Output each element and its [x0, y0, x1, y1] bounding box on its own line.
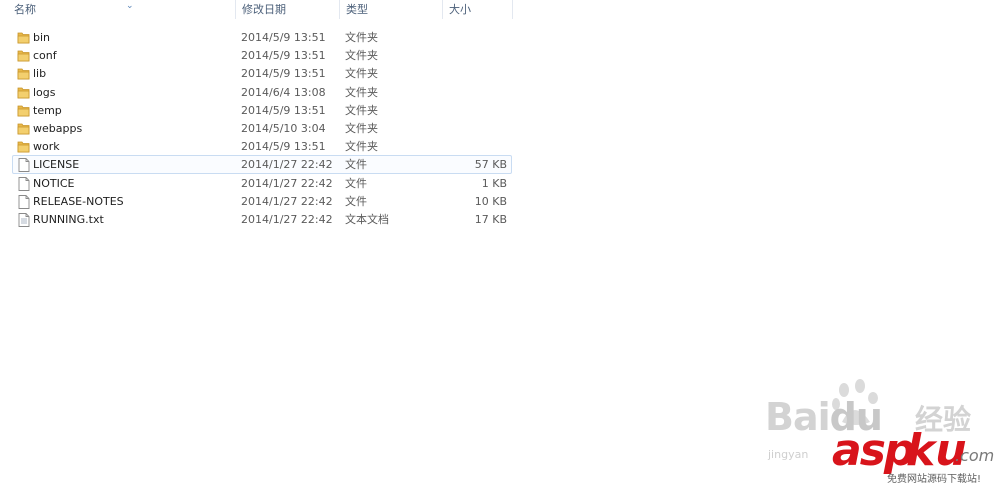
column-header-date-label: 修改日期: [242, 3, 286, 16]
file-row[interactable]: LICENSE 2014/1/27 22:42 文件 57 KB: [12, 155, 512, 174]
file-type: 文件夹: [345, 85, 378, 99]
folder-icon: [16, 66, 32, 82]
file-row[interactable]: lib 2014/5/9 13:51 文件夹: [12, 64, 512, 82]
file-type: 文件夹: [345, 103, 378, 117]
folder-icon: [16, 121, 32, 137]
file-name: bin: [33, 31, 51, 44]
file-icon: [16, 157, 32, 173]
file-name: LICENSE: [33, 158, 80, 172]
sort-indicator-icon: ⌄: [126, 1, 134, 11]
file-type: 文件: [345, 176, 367, 190]
file-row[interactable]: conf 2014/5/9 13:51 文件夹: [12, 46, 512, 64]
file-name: temp: [33, 103, 62, 117]
column-header-size-label: 大小: [449, 3, 471, 16]
aspku-logo-ku: ku: [906, 425, 967, 476]
column-header-name-label: 名称: [14, 3, 36, 16]
file-icon: [16, 176, 32, 192]
file-row[interactable]: temp 2014/5/9 13:51 文件夹: [12, 101, 512, 119]
file-row[interactable]: logs 2014/6/4 13:08 文件夹: [12, 83, 512, 101]
file-size: 17 KB: [474, 212, 507, 226]
column-header-date[interactable]: 修改日期: [236, 0, 340, 19]
file-row[interactable]: work 2014/5/9 13:51 文件夹: [12, 137, 512, 155]
file-modified-date: 2014/5/9 13:51: [241, 103, 326, 117]
file-size: 57 KB: [474, 158, 507, 172]
baidu-paw-logo-icon: [832, 379, 878, 425]
file-size: 10 KB: [474, 194, 507, 208]
file-type: 文件夹: [345, 140, 378, 154]
file-type: 文件夹: [345, 121, 378, 135]
aspku-logo-com: .com: [955, 446, 995, 465]
file-name: conf: [33, 49, 57, 63]
file-type: 文件夹: [345, 67, 378, 81]
file-type: 文件: [345, 158, 367, 172]
file-name: logs: [33, 85, 56, 99]
file-row[interactable]: bin 2014/5/9 13:51 文件夹: [12, 28, 512, 46]
folder-icon: [16, 139, 32, 155]
file-name: lib: [33, 67, 47, 81]
folder-icon: [16, 48, 32, 64]
text-document-icon: [16, 212, 32, 228]
file-type: 文件: [345, 194, 367, 208]
folder-icon: [16, 103, 32, 119]
folder-icon: [16, 85, 32, 101]
file-row[interactable]: webapps 2014/5/10 3:04 文件夹: [12, 119, 512, 137]
folder-icon: [16, 30, 32, 46]
file-modified-date: 2014/5/10 3:04: [241, 121, 326, 135]
column-header-name[interactable]: 名称 ⌄: [8, 0, 236, 19]
file-modified-date: 2014/5/9 13:51: [241, 67, 326, 81]
column-header-size[interactable]: 大小: [443, 0, 513, 19]
file-name: RUNNING.txt: [33, 212, 104, 226]
file-name: webapps: [33, 121, 83, 135]
file-size: 1 KB: [481, 176, 507, 190]
file-type: 文件夹: [345, 49, 378, 63]
file-modified-date: 2014/1/27 22:42: [241, 176, 333, 190]
column-header-type-label: 类型: [346, 3, 368, 16]
file-modified-date: 2014/5/9 13:51: [241, 140, 326, 154]
file-name: RELEASE-NOTES: [33, 194, 124, 208]
file-name: work: [33, 140, 60, 154]
jingyan-watermark: 经验: [915, 403, 972, 436]
file-row[interactable]: RELEASE-NOTES 2014/1/27 22:42 文件 10 KB: [12, 192, 512, 210]
file-modified-date: 2014/5/9 13:51: [241, 49, 326, 63]
jingyan-url-watermark: jingyan: [768, 448, 809, 461]
baidu-watermark: Baidu: [765, 395, 883, 439]
file-type: 文件夹: [345, 31, 378, 44]
file-row[interactable]: NOTICE 2014/1/27 22:42 文件 1 KB: [12, 174, 512, 192]
file-modified-date: 2014/6/4 13:08: [241, 85, 326, 99]
file-modified-date: 2014/5/9 13:51: [241, 31, 326, 44]
column-header-bar: 名称 ⌄ 修改日期 类型 大小: [0, 0, 1000, 19]
file-name: NOTICE: [33, 176, 75, 190]
column-header-type[interactable]: 类型: [340, 0, 443, 19]
aspku-logo-asp: asp: [832, 425, 915, 476]
file-row[interactable]: RUNNING.txt 2014/1/27 22:42 文本文档 17 KB: [12, 210, 512, 228]
file-modified-date: 2014/1/27 22:42: [241, 212, 333, 226]
file-modified-date: 2014/1/27 22:42: [241, 194, 333, 208]
file-list: bin 2014/5/9 13:51 文件夹 conf 2014/5/9 13:51 文件…: [12, 28, 512, 228]
aspku-tagline: 免费网站源码下载站!: [887, 474, 982, 485]
file-icon: [16, 194, 32, 210]
file-type: 文本文档: [345, 212, 389, 226]
file-modified-date: 2014/1/27 22:42: [241, 158, 333, 172]
